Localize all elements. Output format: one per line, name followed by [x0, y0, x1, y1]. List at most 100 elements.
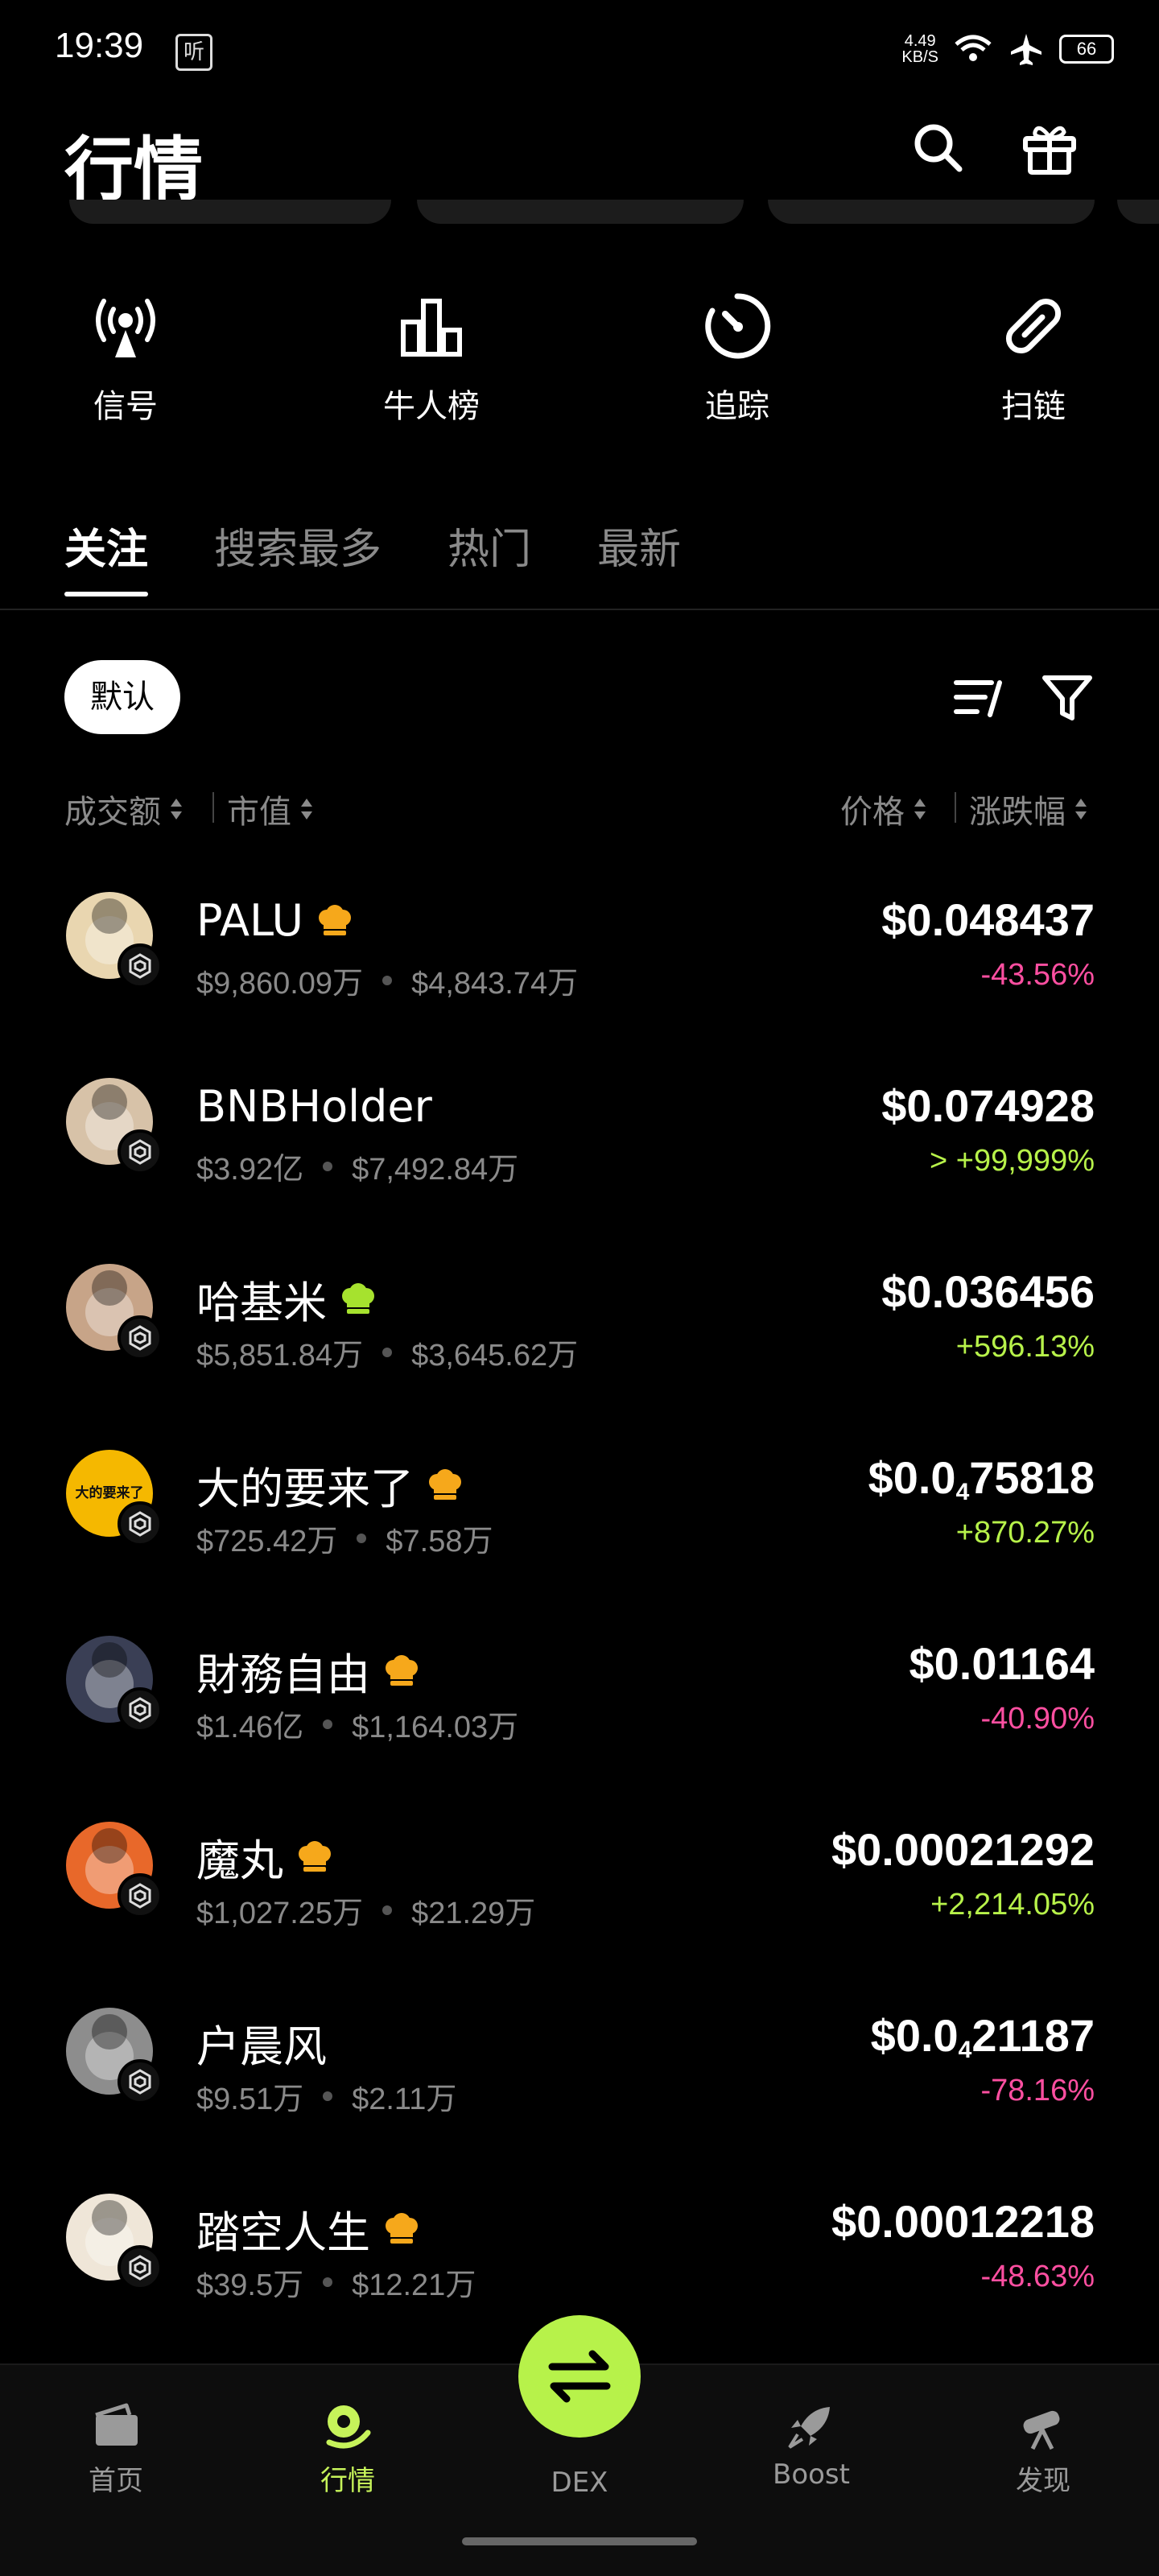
nav-market[interactable]: 行情 [283, 2397, 412, 2498]
quick-action-tracking[interactable]: 追踪 [657, 290, 818, 427]
token-market-cap: $4,843.74万 [411, 967, 579, 1001]
gift-icon[interactable] [1021, 119, 1079, 177]
token-name: 魔丸 [196, 1835, 283, 1886]
sort-arrows-icon [1075, 799, 1087, 819]
tab-most-searched[interactable]: 搜索最多 [214, 515, 382, 576]
status-right: 4.49 KB/S 66 [901, 31, 1114, 68]
sort-by-market-cap[interactable]: 市值 [227, 786, 314, 832]
separator-dot [382, 975, 393, 985]
token-name: 哈基米 [196, 1278, 327, 1328]
token-row[interactable]: 財務自由 $1.46亿 $1,164.03万 $0.01164 -40.90% [0, 1629, 1159, 1815]
token-name-group: 踏空人生 [196, 2197, 420, 2260]
filter-icon[interactable] [1035, 665, 1099, 729]
token-price: $0.036456 [881, 1266, 1095, 1317]
search-icon[interactable] [909, 119, 967, 177]
token-row[interactable]: PALU $9,860.09万 $4,843.74万 $0.048437 -43.56% [0, 886, 1159, 1071]
price-zero-count: 4 [958, 2037, 972, 2063]
chef-hat-icon [318, 904, 351, 935]
token-price: $0.00021292 [831, 1824, 1095, 1875]
carousel-card[interactable] [417, 200, 744, 224]
nav-label: DEX [551, 2467, 608, 2499]
divider [0, 609, 1159, 610]
separator-dot [323, 2091, 333, 2101]
token-change: -78.16% [980, 2074, 1095, 2107]
token-change: +596.13% [955, 1330, 1095, 1364]
quick-action-label: 追踪 [705, 388, 769, 425]
chef-hat-icon [299, 1840, 331, 1872]
token-name-group: 大的要来了 [196, 1453, 464, 1517]
token-volume: $1,027.25万 [196, 1897, 364, 1930]
battery-indicator: 66 [1059, 35, 1114, 64]
token-price: $0.074928 [881, 1080, 1095, 1131]
quick-action-signal[interactable]: 信号 [45, 290, 206, 427]
token-row[interactable]: 魔丸 $1,027.25万 $21.29万 $0.00021292 +2,214.05% [0, 1815, 1159, 2001]
token-stats: $39.5万 $12.21万 [196, 2260, 476, 2304]
quick-action-label: 信号 [93, 388, 158, 425]
bnb-chain-icon [118, 1501, 163, 1546]
rocket-icon [788, 2407, 830, 2449]
sort-label: 市值 [227, 794, 291, 831]
tab-newest[interactable]: 最新 [597, 515, 681, 576]
token-market-cap: $3,645.62万 [411, 1339, 579, 1373]
token-volume: $9.51万 [196, 2083, 304, 2116]
sort-by-change[interactable]: 涨跌幅 [969, 786, 1088, 832]
token-name: 財務自由 [196, 1649, 370, 1700]
token-change: > +99,999% [930, 1144, 1095, 1178]
nav-boost[interactable]: Boost [747, 2397, 876, 2491]
quick-action-leaderboard[interactable]: 牛人榜 [351, 290, 512, 427]
nav-label: Boost [773, 2458, 850, 2491]
token-name-group: 哈基米 [196, 1267, 377, 1331]
carousel-card[interactable] [1117, 200, 1159, 224]
token-stats: $9,860.09万 $4,843.74万 [196, 958, 578, 1002]
tab-hot[interactable]: 热门 [448, 515, 531, 576]
dex-swap-button[interactable] [518, 2315, 641, 2438]
token-stats: $9.51万 $2.11万 [196, 2074, 456, 2118]
quick-action-label: 牛人榜 [383, 388, 480, 425]
token-row[interactable]: 哈基米 $5,851.84万 $3,645.62万 $0.036456 +596.13% [0, 1257, 1159, 1443]
sort-label: 成交额 [64, 794, 161, 831]
sort-icon[interactable] [947, 665, 1011, 729]
separator-dot [323, 1719, 333, 1729]
token-stats: $725.42万 $7.58万 [196, 1516, 493, 1560]
price-prefix: $0.0 [868, 1452, 956, 1503]
quick-action-label: 扫链 [1001, 388, 1066, 425]
separator-dot [382, 1347, 393, 1357]
token-row[interactable]: 户晨风 $9.51万 $2.11万 $0.0421187 -78.16% [0, 2001, 1159, 2187]
bnb-chain-icon [118, 1315, 163, 1360]
token-market-cap: $21.29万 [411, 1897, 536, 1930]
sort-label: 价格 [840, 794, 905, 831]
net-speed-value: 4.49 [904, 32, 936, 50]
home-indicator[interactable] [462, 2537, 697, 2545]
token-change: -43.56% [980, 958, 1095, 992]
nav-label: 行情 [320, 2465, 375, 2497]
nav-dex[interactable]: DEX [515, 2462, 644, 2499]
default-filter-chip[interactable]: 默认 [64, 660, 180, 734]
chef-hat-icon [429, 1468, 461, 1500]
telescope-icon [1023, 2410, 1060, 2450]
carousel-card[interactable] [768, 200, 1095, 224]
token-stats: $3.92亿 $7,492.84万 [196, 1144, 518, 1188]
tab-following[interactable]: 关注 [64, 515, 149, 597]
token-volume: $1.46亿 [196, 1711, 304, 1744]
token-name-group: BNBHolder [196, 1081, 432, 1132]
token-name-group: 户晨风 [196, 2011, 327, 2074]
quick-action-scan-chain[interactable]: 扫链 [953, 290, 1114, 427]
token-row[interactable]: 大的要来了 大的要来了 $725.42万 $7.58万 $0.0475818 +870.2… [0, 1443, 1159, 1629]
token-row[interactable]: BNBHolder $3.92亿 $7,492.84万 $0.074928 > +99,… [0, 1071, 1159, 1257]
airplane-icon [1011, 34, 1041, 65]
sort-separator [212, 792, 214, 823]
broadcast-icon [96, 299, 155, 357]
nav-discover[interactable]: 发现 [979, 2397, 1107, 2498]
bnb-chain-icon [118, 1873, 163, 1918]
token-market-cap: $7.58万 [386, 1525, 493, 1558]
carousel-card[interactable] [69, 200, 391, 224]
sort-by-price[interactable]: 价格 [840, 786, 927, 832]
bnb-chain-icon [118, 2059, 163, 2104]
sort-by-volume[interactable]: 成交额 [64, 786, 184, 832]
link-icon [1005, 298, 1062, 354]
separator-dot [382, 1905, 393, 1915]
nav-label: 首页 [89, 2465, 143, 2497]
token-price: $0.048437 [881, 894, 1095, 945]
net-speed-unit: KB/S [901, 48, 938, 66]
nav-home[interactable]: 首页 [52, 2397, 180, 2498]
